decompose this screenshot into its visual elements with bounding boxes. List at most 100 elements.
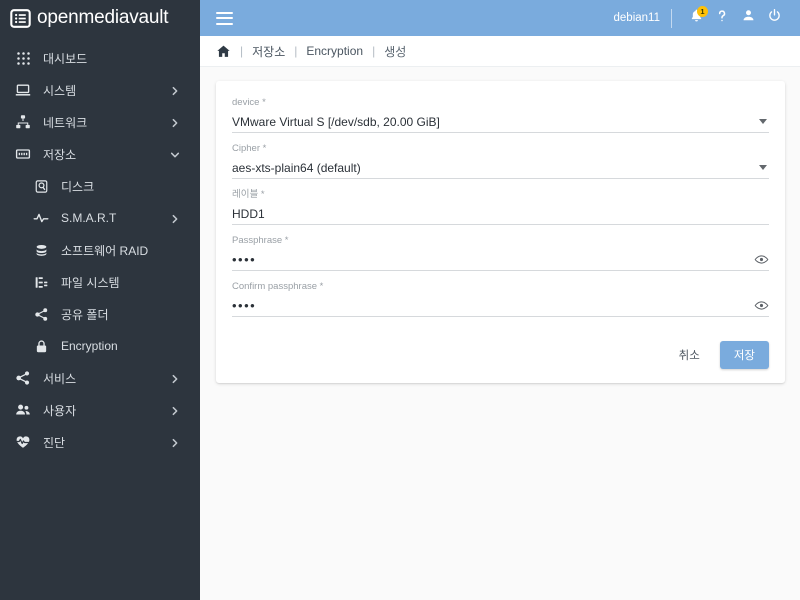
breadcrumb-separator: |	[372, 44, 376, 58]
field-passphrase: Passphrase * ••••	[232, 235, 769, 273]
sidebar-item-label: 시스템	[43, 83, 77, 98]
notifications-button[interactable]: 1	[683, 5, 709, 31]
field-label-name: 레이블 * HDD1	[232, 189, 769, 227]
person-icon	[741, 8, 756, 28]
breadcrumb-item-storage[interactable]: 저장소	[252, 43, 285, 60]
field-value: aes-xts-plain64 (default)	[232, 160, 361, 175]
sidebar-item-smart[interactable]: S.M.A.R.T	[0, 202, 200, 234]
cancel-button[interactable]: 취소	[667, 341, 712, 369]
current-user-label: debian11	[613, 12, 660, 24]
breadcrumb-item-encryption[interactable]: Encryption	[306, 44, 363, 58]
chevron-down-icon[interactable]	[759, 165, 767, 170]
laptop-icon	[14, 81, 32, 99]
sidebar-item-diagnostics[interactable]: 진단	[0, 426, 200, 458]
sidebar-item-label: 저장소	[43, 147, 77, 162]
sidebar-item-label: 네트워크	[43, 115, 88, 130]
database-icon	[32, 241, 50, 259]
chevron-right-icon	[170, 85, 180, 96]
filesystem-icon	[32, 273, 50, 291]
sidebar-item-label: 진단	[43, 435, 66, 450]
power-icon	[767, 8, 782, 28]
sidebar-item-users[interactable]: 사용자	[0, 394, 200, 426]
sidebar-nav: 대시보드 시스템 네트워크 저장소 디스크 S.M.A.R.T 소프트웨어 RA…	[0, 36, 200, 458]
chevron-right-icon	[170, 117, 180, 128]
sidebar-item-label: 대시보드	[43, 51, 88, 66]
brand-logo[interactable]: openmediavault	[0, 0, 200, 36]
sidebar-item-network[interactable]: 네트워크	[0, 106, 200, 138]
lock-icon	[32, 337, 50, 355]
field-value: ••••	[232, 298, 257, 313]
breadcrumb: | 저장소 | Encryption | 생성	[200, 36, 800, 67]
notification-badge: 1	[697, 6, 708, 17]
breadcrumb-separator: |	[294, 44, 298, 58]
chevron-down-icon	[170, 149, 180, 159]
chevron-right-icon	[170, 213, 180, 224]
field-cipher: Cipher * aes-xts-plain64 (default)	[232, 143, 769, 181]
sidebar-item-label: 디스크	[61, 179, 95, 194]
eye-icon[interactable]	[753, 298, 769, 314]
device-select[interactable]: VMware Virtual S [/dev/sdb, 20.00 GiB]	[232, 111, 769, 133]
grid-icon	[14, 49, 32, 67]
passphrase-input[interactable]: ••••	[232, 249, 769, 271]
sidebar-item-filesystems[interactable]: 파일 시스템	[0, 266, 200, 298]
chevron-right-icon	[170, 405, 180, 416]
encryption-create-form: device * VMware Virtual S [/dev/sdb, 20.…	[216, 81, 785, 383]
power-button[interactable]	[761, 5, 787, 31]
home-icon[interactable]	[216, 44, 231, 59]
sidebar-item-dashboard[interactable]: 대시보드	[0, 42, 200, 74]
sidebar-item-disks[interactable]: 디스크	[0, 170, 200, 202]
chevron-right-icon	[170, 437, 180, 448]
sidebar-item-label: 서비스	[43, 371, 77, 386]
field-label: Confirm passphrase *	[232, 281, 324, 292]
sidebar-item-services[interactable]: 서비스	[0, 362, 200, 394]
confirm-passphrase-input[interactable]: ••••	[232, 295, 769, 317]
users-icon	[14, 401, 32, 419]
sidebar-item-label: 소프트웨어 RAID	[61, 243, 149, 258]
sidebar-item-software-raid[interactable]: 소프트웨어 RAID	[0, 234, 200, 266]
field-confirm-passphrase: Confirm passphrase * ••••	[232, 281, 769, 319]
share-icon	[14, 369, 32, 387]
label-input[interactable]: HDD1	[232, 203, 769, 225]
sidebar-item-shared-folders[interactable]: 공유 폴더	[0, 298, 200, 330]
share-icon	[32, 305, 50, 323]
chevron-down-icon[interactable]	[759, 119, 767, 124]
sidebar-item-label: S.M.A.R.T	[61, 211, 117, 225]
network-icon	[14, 113, 32, 131]
sidebar-item-system[interactable]: 시스템	[0, 74, 200, 106]
main-area: debian11 1 | 저장소 | Encryption | 생성 devic…	[200, 0, 800, 600]
sidebar: openmediavault 대시보드 시스템 네트워크 저장소 디스크 S.M…	[0, 0, 200, 600]
list-box-icon	[10, 8, 31, 29]
storage-icon	[14, 145, 32, 163]
field-label: 레이블 *	[232, 189, 265, 200]
top-bar: debian11 1	[200, 0, 800, 36]
account-button[interactable]	[735, 5, 761, 31]
field-label: Passphrase *	[232, 235, 289, 246]
field-label: Cipher *	[232, 143, 267, 154]
hamburger-icon[interactable]	[216, 11, 233, 25]
help-button[interactable]	[709, 5, 735, 31]
cipher-select[interactable]: aes-xts-plain64 (default)	[232, 157, 769, 179]
field-device: device * VMware Virtual S [/dev/sdb, 20.…	[232, 97, 769, 135]
content-area: device * VMware Virtual S [/dev/sdb, 20.…	[200, 67, 800, 600]
breadcrumb-separator: |	[240, 44, 244, 58]
field-value: VMware Virtual S [/dev/sdb, 20.00 GiB]	[232, 114, 440, 129]
divider	[671, 8, 672, 28]
field-label: device *	[232, 97, 266, 108]
question-mark-icon	[714, 8, 730, 29]
app-root: openmediavault 대시보드 시스템 네트워크 저장소 디스크 S.M…	[0, 0, 800, 600]
sidebar-item-label: 공유 폴더	[61, 307, 109, 322]
pulse-icon	[32, 209, 50, 227]
sidebar-item-storage[interactable]: 저장소	[0, 138, 200, 170]
sidebar-item-encryption[interactable]: Encryption	[0, 330, 200, 362]
field-value: ••••	[232, 252, 257, 267]
field-value: HDD1	[232, 206, 265, 221]
sidebar-item-label: 파일 시스템	[61, 275, 120, 290]
form-actions: 취소 저장	[232, 341, 769, 373]
heartbeat-icon	[14, 433, 32, 451]
eye-icon[interactable]	[753, 252, 769, 268]
breadcrumb-item-create: 생성	[384, 44, 407, 59]
sidebar-item-label: 사용자	[43, 403, 77, 418]
sidebar-item-label: Encryption	[61, 339, 118, 353]
chevron-right-icon	[170, 373, 180, 384]
save-button[interactable]: 저장	[719, 341, 769, 369]
